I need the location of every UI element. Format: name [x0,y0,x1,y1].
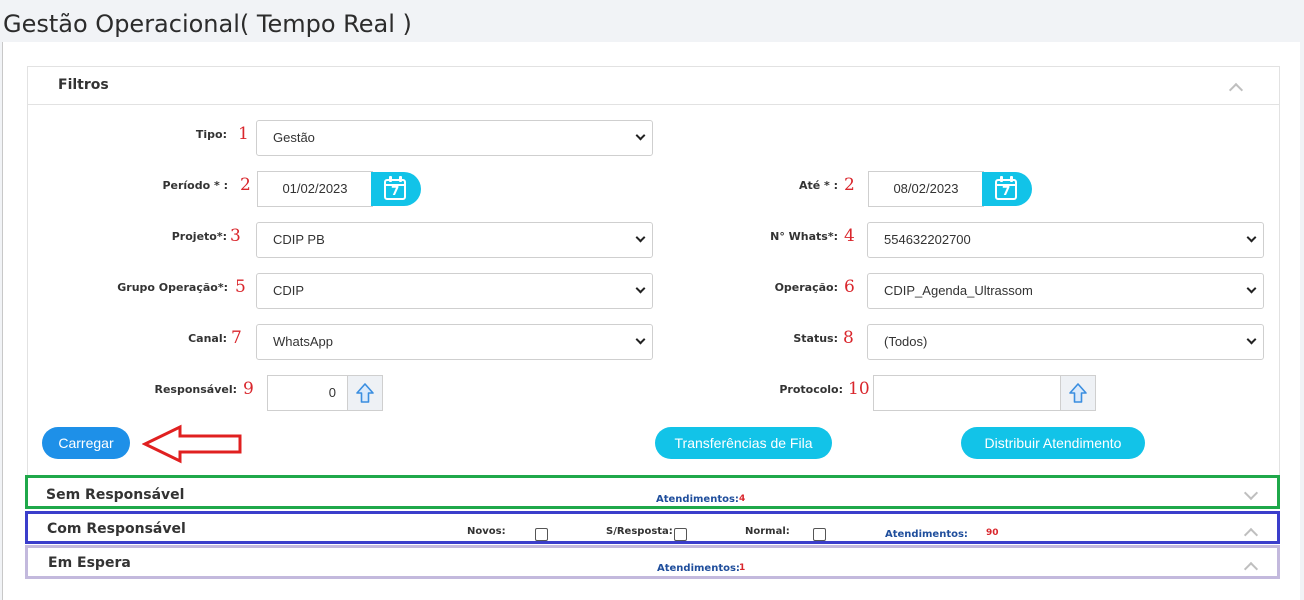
periodo-calendar-button[interactable]: 7 [371,172,421,206]
collapse-chevron-icon[interactable] [1243,561,1259,577]
sem-atendimentos-label: Atendimentos: [656,494,739,505]
responsavel-up-button[interactable] [347,375,383,411]
arrow-up-icon [1069,383,1087,403]
transferencias-button[interactable]: Transferências de Fila [655,427,832,459]
com-responsavel-title: Com Responsável [47,521,186,537]
espera-atendimentos-count: 1 [739,563,746,573]
filters-header[interactable]: Filtros [28,67,1279,105]
periodo-end-input[interactable]: 08/02/2023 [868,171,984,207]
sresposta-checkbox[interactable] [674,528,687,541]
sem-atendimentos-count: 4 [739,494,746,504]
chevron-down-icon [1246,334,1257,345]
tipo-label: Tipo: [195,128,227,141]
whats-value: 554632202700 [884,232,971,247]
chevron-down-icon [635,130,646,141]
em-espera-title: Em Espera [48,555,131,571]
protocolo-up-button[interactable] [1060,375,1096,411]
status-label: Status: [793,332,838,345]
sem-responsavel-title: Sem Responsável [46,487,185,503]
marker-7: 7 [231,328,242,348]
grupo-select[interactable]: CDIP [256,273,653,309]
protocolo-label: Protocolo: [779,383,843,396]
marker-6: 6 [844,277,855,297]
protocolo-input[interactable] [873,375,1062,411]
calendar-icon: 7 [384,176,406,200]
marker-2a: 2 [240,175,251,195]
red-arrow-annotation [142,424,242,464]
marker-9: 9 [243,379,254,399]
responsavel-input[interactable]: 0 [267,375,349,411]
marker-10: 10 [848,379,870,399]
projeto-select[interactable]: CDIP PB [256,222,653,258]
chevron-down-icon [635,283,646,294]
filters-title: Filtros [58,77,109,93]
page-title: Gestão Operacional( Tempo Real ) [3,10,412,38]
responsavel-label: Responsável: [154,383,237,396]
whats-select[interactable]: 554632202700 [867,222,1264,258]
marker-8: 8 [843,328,854,348]
novos-label: Novos: [467,526,506,537]
calendar-icon: 7 [995,176,1017,200]
espera-atendimentos-label: Atendimentos: [657,563,740,574]
marker-4: 4 [844,226,855,246]
marker-2b: 2 [844,175,855,195]
status-select[interactable]: (Todos) [867,324,1264,360]
sem-responsavel-section[interactable]: Sem Responsável Atendimentos: 4 [25,475,1280,509]
status-value: (Todos) [884,334,928,349]
canal-value: WhatsApp [273,334,333,349]
com-responsavel-section[interactable]: Com Responsável Novos: S/Resposta: Norma… [25,511,1280,544]
sresposta-label: S/Resposta: [606,526,673,537]
arrow-up-icon [356,383,374,403]
calendar-day: 7 [391,184,400,198]
com-atendimentos-count: 90 [986,528,999,538]
periodo-label: Período * : [162,179,228,192]
chevron-down-icon [1246,232,1257,243]
canal-select[interactable]: WhatsApp [256,324,653,360]
operacao-select[interactable]: CDIP_Agenda_Ultrassom [867,273,1264,309]
grupo-value: CDIP [273,283,305,298]
tipo-select[interactable]: Gestão [256,120,653,156]
periodo-start-input[interactable]: 01/02/2023 [257,171,373,207]
grupo-label: Grupo Operação*: [117,281,228,294]
chevron-down-icon [1246,283,1257,294]
marker-1: 1 [238,124,249,144]
marker-5: 5 [235,277,246,297]
marker-3: 3 [230,226,241,246]
ate-label: Até * : [798,179,838,192]
operacao-label: Operação: [774,281,838,294]
em-espera-section[interactable]: Em Espera Atendimentos: 1 [25,545,1280,579]
collapse-chevron-icon[interactable] [1243,527,1259,543]
tipo-value: Gestão [273,130,315,145]
carregar-button[interactable]: Carregar [42,427,130,459]
expand-chevron-icon[interactable] [1243,485,1259,501]
com-atendimentos-label: Atendimentos: [885,529,968,540]
projeto-label: Projeto*: [171,230,227,243]
projeto-value: CDIP PB [273,232,325,247]
distribuir-button[interactable]: Distribuir Atendimento [961,427,1145,459]
normal-label: Normal: [745,526,790,537]
operacao-value: CDIP_Agenda_Ultrassom [884,283,1033,298]
collapse-chevron-icon[interactable] [1228,82,1244,98]
canal-label: Canal: [188,332,227,345]
ate-calendar-button[interactable]: 7 [982,172,1032,206]
calendar-day: 7 [1002,184,1011,198]
chevron-down-icon [635,232,646,243]
whats-label: N° Whats*: [770,230,838,243]
chevron-down-icon [635,334,646,345]
novos-checkbox[interactable] [535,528,548,541]
normal-checkbox[interactable] [813,528,826,541]
